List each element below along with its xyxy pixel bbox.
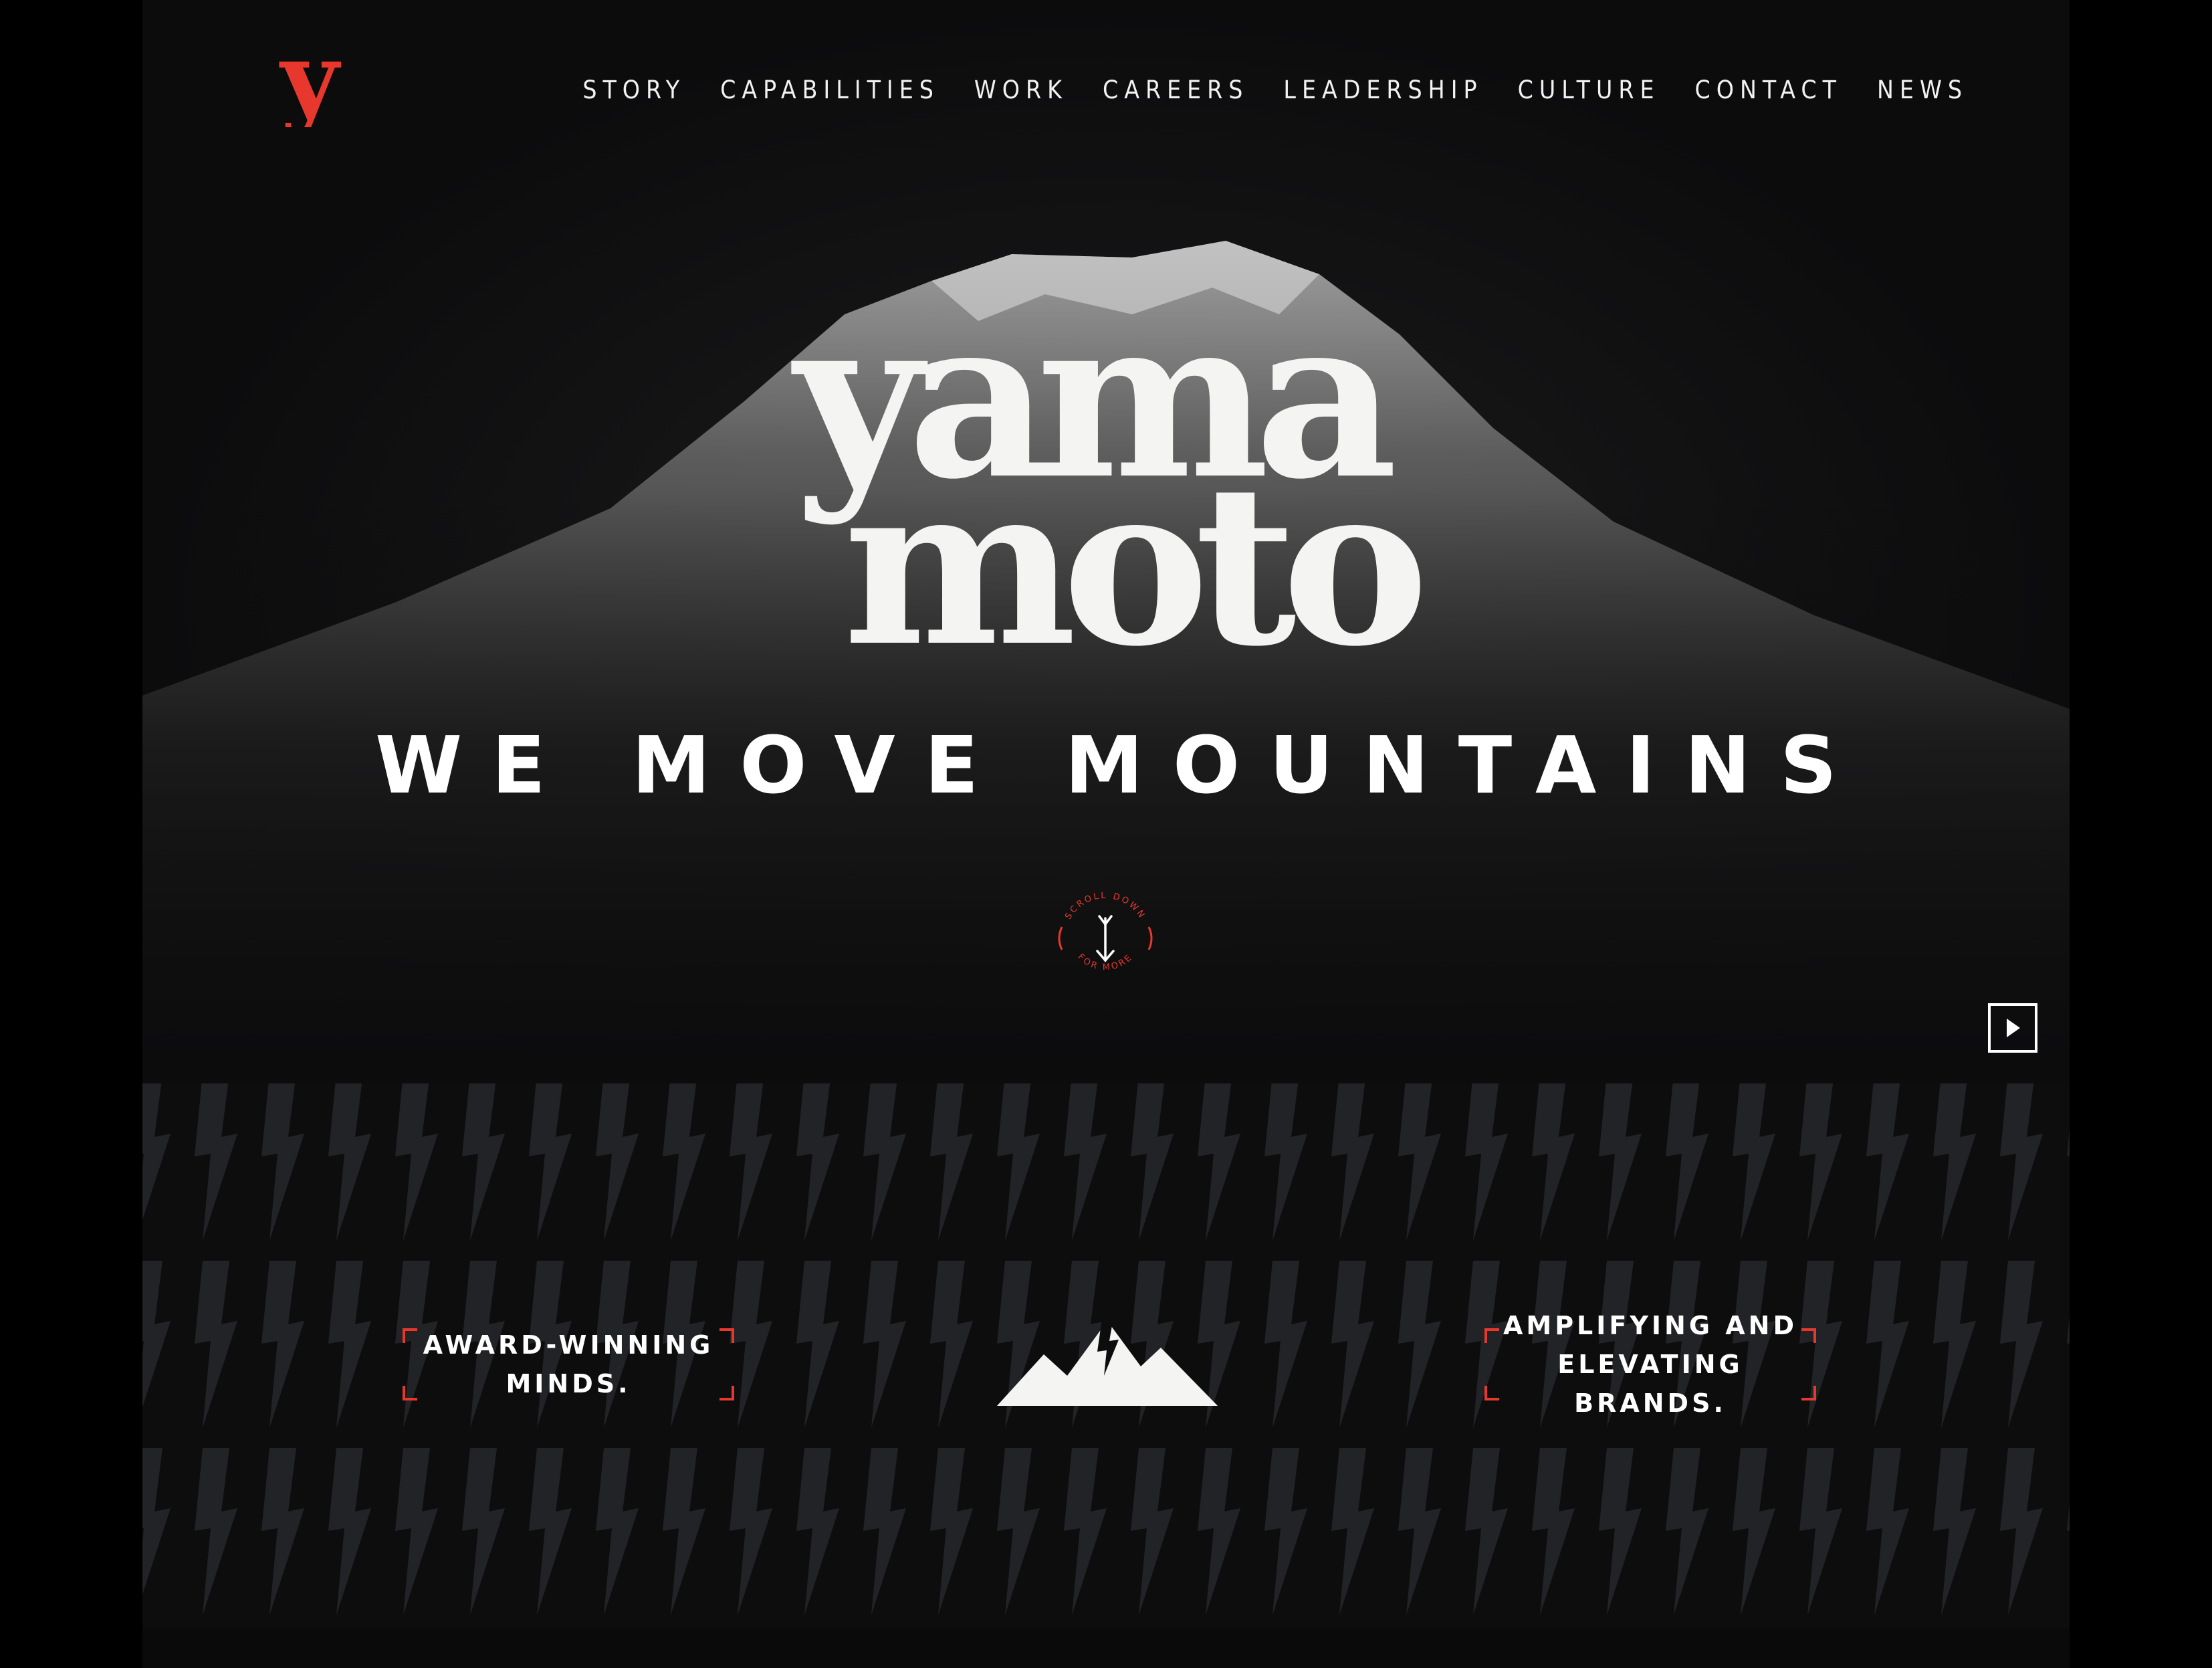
- play-video-button[interactable]: [1988, 1003, 2037, 1053]
- logo-letter: y: [279, 40, 341, 127]
- feature-right-text: AMPLIFYING AND ELEVATING BRANDS.: [1483, 1311, 1817, 1418]
- scroll-down-badge[interactable]: SCROLL DOWN FOR MORE: [1048, 881, 1162, 995]
- nav-leadership[interactable]: LEADERSHIP: [1283, 76, 1482, 104]
- hero-section: y STORY CAPABILITIES WORK CAREERS LEADER…: [142, 0, 2070, 1083]
- svg-text:SCROLL DOWN: SCROLL DOWN: [1063, 891, 1147, 922]
- feature-amplifying-brands: AMPLIFYING AND ELEVATING BRANDS.: [1483, 1311, 1817, 1418]
- arrow-down-icon: [1096, 915, 1115, 962]
- scroll-badge-top-text: SCROLL DOWN: [1063, 891, 1145, 922]
- nav-work[interactable]: WORK: [974, 76, 1068, 104]
- feature-right-line2: ELEVATING BRANDS.: [1557, 1350, 1743, 1418]
- play-icon: [2007, 1019, 2020, 1037]
- nav-news[interactable]: NEWS: [1877, 76, 1968, 104]
- nav-story[interactable]: STORY: [582, 76, 685, 104]
- feature-right-line1: AMPLIFYING AND: [1503, 1311, 1798, 1340]
- wordmark-line-2: moto: [843, 435, 1429, 695]
- nav-culture[interactable]: CULTURE: [1518, 76, 1660, 104]
- mountain-lightning-icon: [997, 1314, 1218, 1406]
- logo-icon[interactable]: y: [273, 40, 346, 127]
- page: y STORY CAPABILITIES WORK CAREERS LEADER…: [142, 0, 2070, 1668]
- feature-award-winning: AWARD-WINNING MINDS.: [401, 1318, 736, 1411]
- main-nav: STORY CAPABILITIES WORK CAREERS LEADERSH…: [548, 70, 1968, 110]
- nav-capabilities[interactable]: CAPABILITIES: [720, 76, 939, 104]
- nav-careers[interactable]: CAREERS: [1103, 76, 1248, 104]
- feature-left-line1: AWARD-WINNING: [423, 1330, 714, 1360]
- wordmark: yama moto: [621, 288, 1597, 675]
- feature-left-text: AWARD-WINNING MINDS.: [401, 1318, 736, 1411]
- feature-left-line2: MINDS.: [506, 1369, 631, 1398]
- tagline: WE MOVE MOUNTAINS: [374, 719, 1867, 811]
- nav-contact[interactable]: CONTACT: [1695, 76, 1843, 104]
